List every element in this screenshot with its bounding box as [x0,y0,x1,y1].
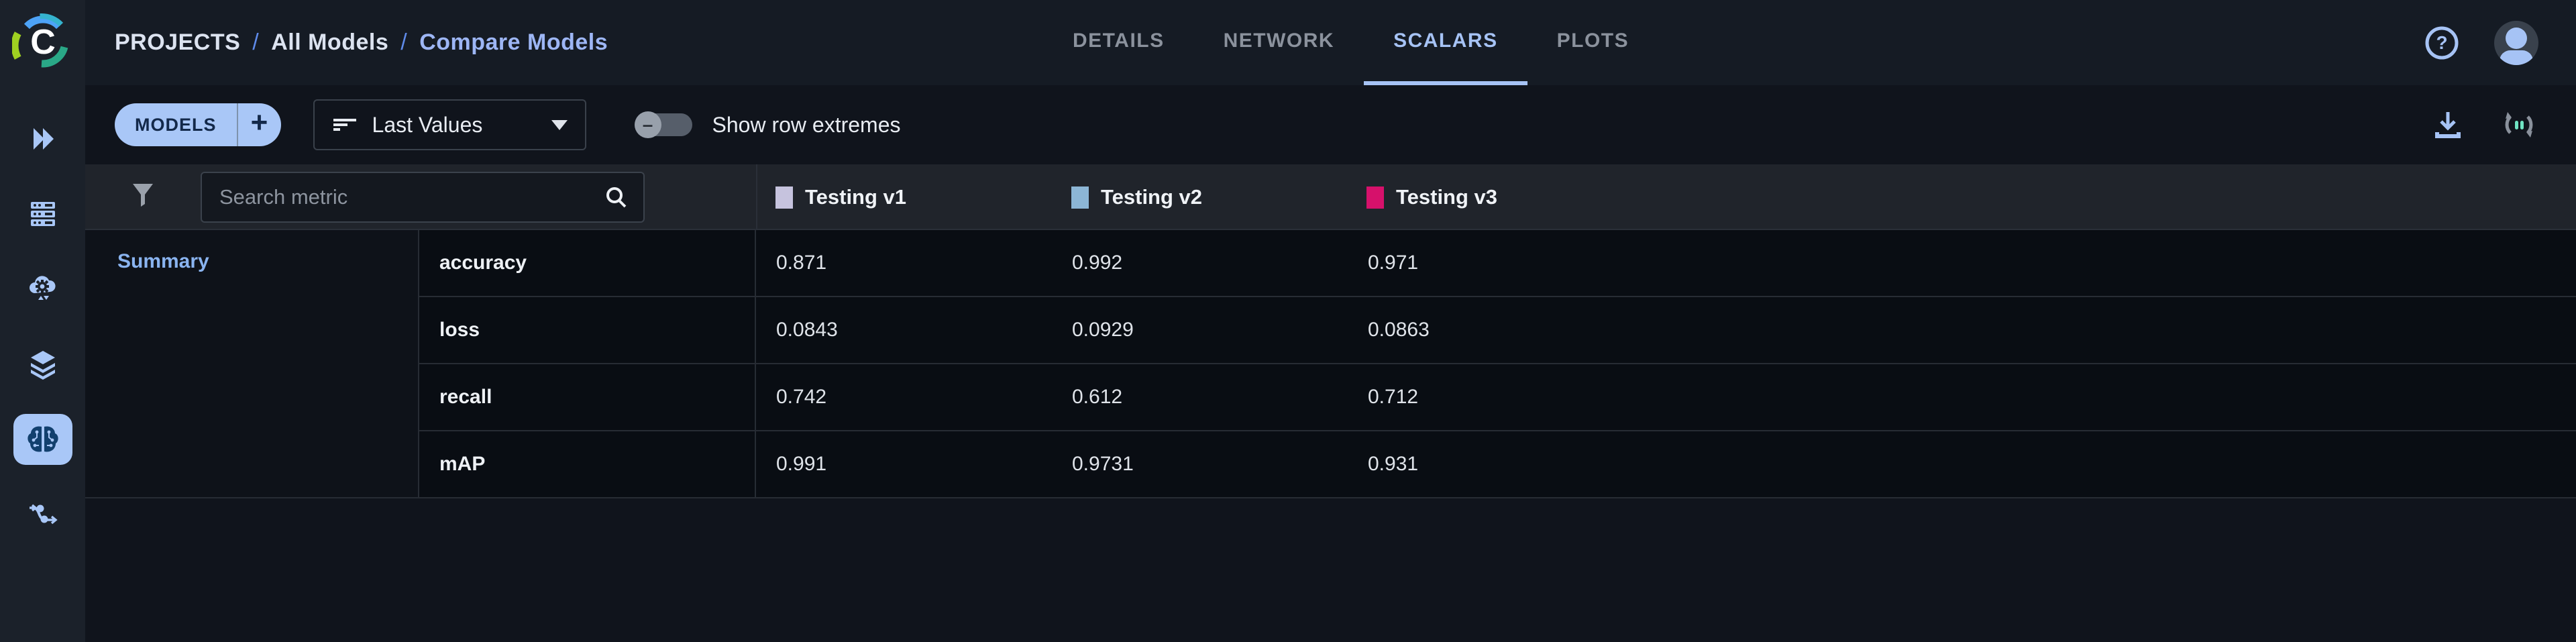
pipeline-icon [27,498,59,531]
breadcrumb-all-models[interactable]: All Models [271,30,388,56]
toggle-track: – [635,111,692,138]
search-metric-input[interactable] [202,185,604,209]
series-color-swatch [1366,186,1384,209]
question-mark-icon: ? [2424,25,2459,60]
top-header-bar: C PROJECTS / All Models / Compare Models… [0,0,2576,85]
value-cell-v2: 0.0929 [1052,297,1348,363]
value-cell-v2: 0.612 [1052,364,1348,430]
user-avatar[interactable] [2494,21,2538,65]
clearml-logo-icon: C [12,12,74,74]
table-row: mAP 0.991 0.9731 0.931 [419,431,2576,498]
models-split-button: MODELS + [115,103,281,146]
sidebar-item-workers[interactable] [0,176,85,252]
column-divider [756,164,757,229]
metric-group-cell: Summary [85,230,419,498]
breadcrumb-projects[interactable]: PROJECTS [115,30,240,56]
metric-rows: accuracy 0.871 0.992 0.971 loss 0.0843 0… [419,230,2576,498]
series-color-swatch [775,186,793,209]
series-color-swatch [1071,186,1089,209]
breadcrumb: PROJECTS / All Models / Compare Models [115,0,608,85]
download-icon [2431,108,2465,142]
svg-text:C: C [30,23,56,62]
row-filler [1644,364,2576,430]
sidebar-item-datasets[interactable] [0,327,85,402]
value-cell-v2: 0.9731 [1052,431,1348,497]
layers-icon [27,348,59,380]
breadcrumb-separator: / [252,30,259,56]
toolbar-actions [2431,107,2537,143]
help-button[interactable]: ? [2424,25,2459,60]
value-cell-v1: 0.0843 [756,297,1052,363]
tab-plots[interactable]: PLOTS [1527,0,1659,85]
svg-text:?: ? [2436,32,2447,53]
column-header-testing-v2[interactable]: Testing v2 [1071,164,1202,230]
brain-icon [25,424,60,455]
value-cell-v3: 0.712 [1348,364,1644,430]
chevron-down-icon [551,120,568,130]
metrics-table-body: Summary accuracy 0.871 0.992 0.971 loss … [85,230,2576,498]
sidebar-item-experiments[interactable] [0,101,85,176]
column-header-testing-v1[interactable]: Testing v1 [775,164,906,230]
table-row: loss 0.0843 0.0929 0.0863 [419,297,2576,364]
values-mode-dropdown[interactable]: Last Values [313,99,586,150]
tab-details[interactable]: DETAILS [1043,0,1194,85]
cloud-gear-icon [27,273,59,305]
value-cell-v2: 0.992 [1052,230,1348,296]
sidebar-item-pipelines[interactable] [0,477,85,552]
header-actions: ? [2424,0,2538,85]
breadcrumb-compare-models[interactable]: Compare Models [419,30,608,56]
add-model-button[interactable]: + [238,103,281,146]
show-row-extremes-toggle[interactable]: – Show row extremes [635,111,901,138]
breadcrumb-separator: / [400,30,407,56]
download-csv-button[interactable] [2431,108,2465,142]
metric-name-cell: recall [419,364,756,430]
metric-search [201,172,645,223]
value-cell-v3: 0.0863 [1348,297,1644,363]
row-filler [1644,230,2576,296]
value-cell-v3: 0.971 [1348,230,1644,296]
clearml-compare-models-app: C PROJECTS / All Models / Compare Models… [0,0,2576,642]
column-label: Testing v2 [1101,185,1202,209]
value-cell-v3: 0.931 [1348,431,1644,497]
column-header-testing-v3[interactable]: Testing v3 [1366,164,1497,230]
value-cell-v1: 0.742 [756,364,1052,430]
metric-name-cell: mAP [419,431,756,497]
auto-refresh-button[interactable] [2501,107,2537,143]
table-row: accuracy 0.871 0.992 0.971 [419,230,2576,297]
search-icon[interactable] [604,185,629,209]
column-label: Testing v3 [1396,185,1497,209]
metric-name-cell: loss [419,297,756,363]
metric-group-label[interactable]: Summary [117,250,209,273]
app-logo[interactable]: C [0,0,85,85]
value-cell-v1: 0.991 [756,431,1052,497]
tab-scalars[interactable]: SCALARS [1364,0,1527,85]
filter-funnel-icon[interactable] [131,182,155,209]
value-cell-v1: 0.871 [756,230,1052,296]
metrics-table-header: Testing v1 Testing v2 Testing v3 [85,164,2576,230]
column-label: Testing v1 [805,185,906,209]
metric-name-cell: accuracy [419,230,756,296]
fast-forward-icon [27,123,59,155]
table-row: recall 0.742 0.612 0.712 [419,364,2576,431]
toggle-knob: – [635,111,661,138]
values-mode-value: Last Values [372,113,483,138]
row-filler [1644,297,2576,363]
left-sidebar [0,85,85,642]
sidebar-item-data-processing[interactable] [0,252,85,327]
server-rack-icon [27,198,59,230]
models-button[interactable]: MODELS [115,103,237,146]
tab-network[interactable]: NETWORK [1194,0,1364,85]
sort-lines-icon [332,113,358,136]
row-filler [1644,431,2576,497]
active-item-tile [13,414,72,465]
avatar-body-icon [2500,50,2533,65]
avatar-head-icon [2506,28,2527,49]
tab-strip: DETAILS NETWORK SCALARS PLOTS [1043,0,1658,85]
scalars-toolbar: MODELS + Last Values – Show row extremes [85,85,2576,164]
sidebar-item-models[interactable] [0,402,85,477]
toggle-label: Show row extremes [712,113,901,138]
refresh-pause-icon [2501,107,2537,143]
